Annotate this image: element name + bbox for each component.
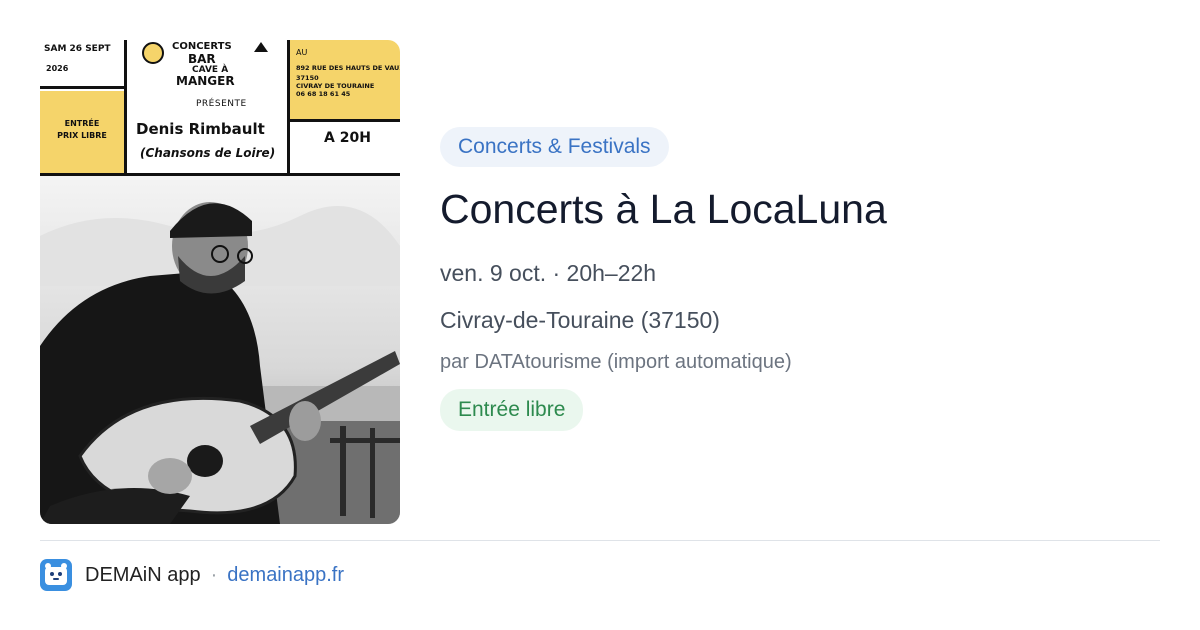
app-url-link[interactable]: demainapp.fr [227, 564, 344, 587]
footer: DEMAiN app · demainapp.fr [40, 558, 344, 592]
poster-subtitle: (Chansons de Loire) [140, 146, 276, 160]
event-details: Concerts & Festivals Concerts à La LocaL… [440, 127, 1160, 432]
poster-date: SAM 26 SEPT [44, 44, 111, 54]
poster-artist: Denis Rimbault [136, 120, 265, 138]
poster-entry-line2: PRIX LIBRE [57, 131, 107, 140]
poster-address-cell: AU 892 RUE DES HAUTS DE VAUX 37150 CIVRA… [290, 40, 400, 120]
arrow-icon [254, 42, 268, 52]
poster-divider [40, 86, 124, 89]
event-title[interactable]: Concerts à La LocaLuna [440, 186, 1160, 232]
poster-divider [288, 119, 400, 122]
poster-divider [287, 40, 290, 176]
poster-logo-concerts: CONCERTS [172, 41, 232, 52]
footer-separator: · [210, 563, 218, 586]
poster-info-grid: SAM 26 SEPT 2026 CONCERTS BAR CAVE À MAN… [40, 40, 400, 176]
event-poster-image[interactable]: SAM 26 SEPT 2026 CONCERTS BAR CAVE À MAN… [40, 40, 400, 524]
price-badge: Entrée libre [440, 389, 584, 432]
poster-logo-manger: MANGER [176, 74, 235, 88]
poster-address-line1: 892 RUE DES HAUTS DE VAUX [296, 64, 400, 72]
poster-divider [124, 40, 127, 176]
poster-at-label: AU [296, 48, 308, 57]
app-name: DEMAiN app [85, 563, 201, 586]
poster-logo-bar: BAR [188, 52, 216, 66]
poster-date-cell: SAM 26 SEPT 2026 [40, 40, 124, 86]
poster-address-line3: CIVRAY DE TOURAINE [296, 82, 375, 90]
poster-address-line2: 37150 [296, 74, 319, 82]
event-location: Civray-de-Touraine (37150) [440, 307, 720, 334]
demain-app-icon [40, 559, 72, 591]
poster-entry-cell: ENTRÉE PRIX LIBRE [40, 91, 124, 173]
category-chip[interactable]: Concerts & Festivals [440, 127, 669, 167]
poster-presents: PRÉSENTE [196, 99, 247, 109]
musician-photo [40, 176, 400, 524]
event-datetime: ven. 9 oct. · 20h–22h [440, 260, 657, 287]
poster-year: 2026 [46, 64, 69, 73]
poster-logo-cell: CONCERTS BAR CAVE À MANGER [130, 40, 284, 92]
poster-time: A 20H [324, 130, 371, 146]
event-source: par DATAtourisme (import automatique) [440, 351, 792, 374]
footer-divider [40, 540, 1160, 541]
poster-logo-icon [142, 42, 164, 64]
poster-phone: 06 68 18 61 45 [296, 90, 351, 98]
poster-entry-line1: ENTRÉE [64, 119, 100, 128]
